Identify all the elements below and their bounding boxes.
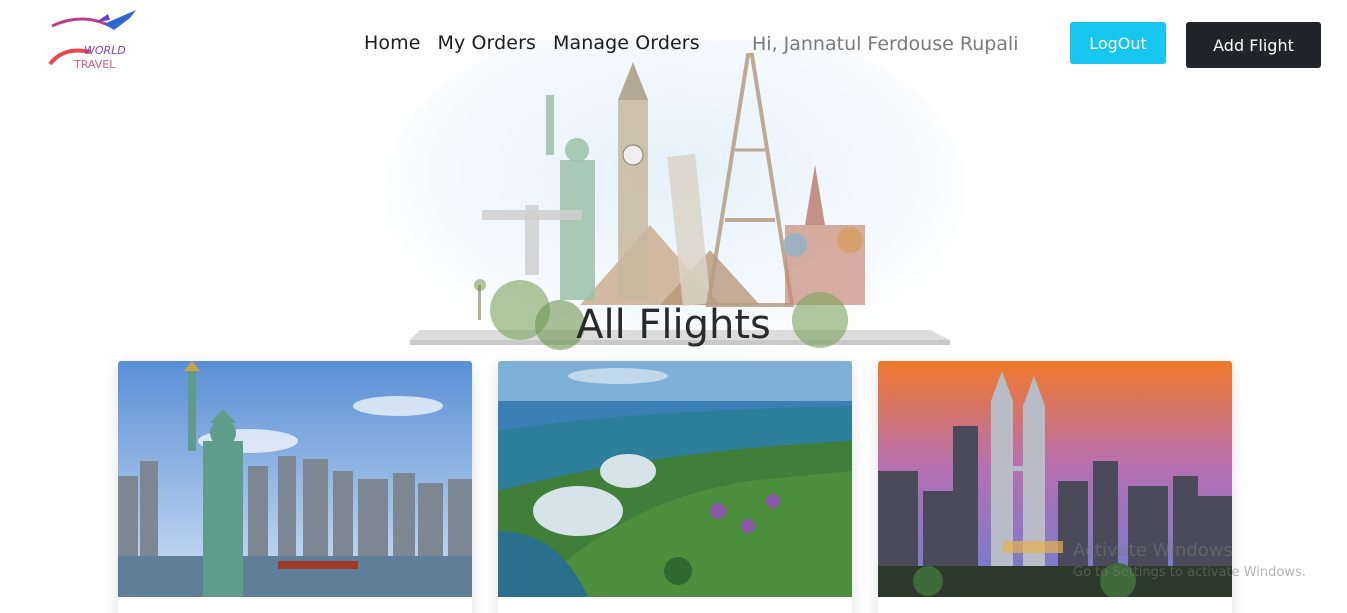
main-nav: Home My Orders Manage Orders <box>364 32 717 54</box>
nav-manage-orders-link[interactable]: Manage Orders <box>553 32 700 54</box>
world-travel-logo[interactable]: WORLD TRAVEL <box>44 6 140 78</box>
add-flight-button[interactable]: Add Flight <box>1186 22 1321 68</box>
flight-cards <box>118 361 1232 613</box>
activate-windows-watermark: Activate Windows Go to Settings to activ… <box>1073 540 1306 580</box>
user-greeting: Hi, Jannatul Ferdouse Rupali <box>752 33 1019 55</box>
watermark-title: Activate Windows <box>1073 540 1233 561</box>
logout-button[interactable]: LogOut <box>1070 22 1166 64</box>
new-york-image <box>118 361 472 597</box>
singapore-image <box>498 361 852 597</box>
flight-card-new-york[interactable] <box>118 361 472 613</box>
svg-text:TRAVEL: TRAVEL <box>73 58 116 71</box>
svg-text:WORLD: WORLD <box>84 44 126 57</box>
flight-card-singapore[interactable] <box>498 361 852 613</box>
page-title: All Flights <box>576 302 771 348</box>
nav-home-link[interactable]: Home <box>364 32 421 54</box>
watermark-subtitle: Go to Settings to activate Windows. <box>1073 565 1306 580</box>
nav-my-orders-link[interactable]: My Orders <box>438 32 536 54</box>
